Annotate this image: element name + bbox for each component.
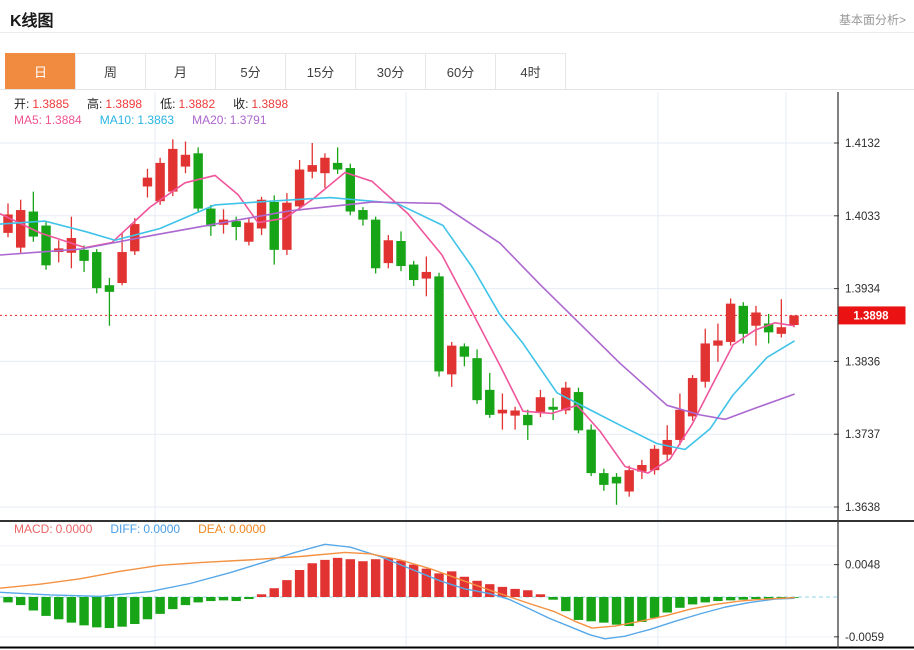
- tab-日[interactable]: 日: [5, 53, 76, 90]
- svg-text:1.3898: 1.3898: [853, 310, 889, 322]
- current-price-badge: 1.3898: [839, 306, 906, 324]
- tab-60分[interactable]: 60分: [425, 53, 496, 90]
- svg-text:1.3836: 1.3836: [845, 356, 880, 368]
- kline-page: K线图 基本面分析> 日周月5分15分30分60分4时 开:1.3885高:1.…: [0, 0, 914, 650]
- interval-tabs: 日周月5分15分30分60分4时: [5, 53, 566, 90]
- svg-text:1.3737: 1.3737: [845, 429, 880, 441]
- tab-30分[interactable]: 30分: [355, 53, 426, 90]
- svg-text:1.4132: 1.4132: [845, 138, 880, 150]
- tab-周[interactable]: 周: [75, 53, 146, 90]
- macd-histogram: [3, 558, 798, 628]
- macd-axis: 0.0048 -0.0059: [834, 560, 884, 644]
- tab-5分[interactable]: 5分: [215, 53, 286, 90]
- price-axis: 1.4132 1.4033 1.3934 1.3836 1.3737 1.3638: [834, 138, 881, 514]
- tab-月[interactable]: 月: [145, 53, 216, 90]
- gridlines: [0, 92, 838, 646]
- tab-15分[interactable]: 15分: [285, 53, 356, 90]
- fundamental-analysis-link[interactable]: 基本面分析>: [839, 11, 906, 28]
- page-title: K线图: [10, 7, 54, 31]
- ma5-line: [0, 172, 794, 473]
- svg-text:1.3934: 1.3934: [845, 284, 881, 296]
- svg-text:0.0048: 0.0048: [845, 560, 880, 572]
- ma20-line: [0, 202, 794, 419]
- candles: [3, 139, 798, 504]
- svg-text:1.3638: 1.3638: [845, 502, 880, 514]
- chart-canvas[interactable]: 1.4132 1.4033 1.3934 1.3836 1.3737 1.3638 0.00…: [0, 90, 914, 650]
- header: K线图 基本面分析>: [0, 0, 914, 33]
- svg-text:-0.0059: -0.0059: [845, 632, 884, 644]
- svg-text:1.4033: 1.4033: [845, 211, 880, 223]
- kline-chart[interactable]: 开:1.3885高:1.3898低:1.3882收:1.3898 MA5:1.3…: [0, 90, 914, 650]
- tab-4时[interactable]: 4时: [495, 53, 566, 90]
